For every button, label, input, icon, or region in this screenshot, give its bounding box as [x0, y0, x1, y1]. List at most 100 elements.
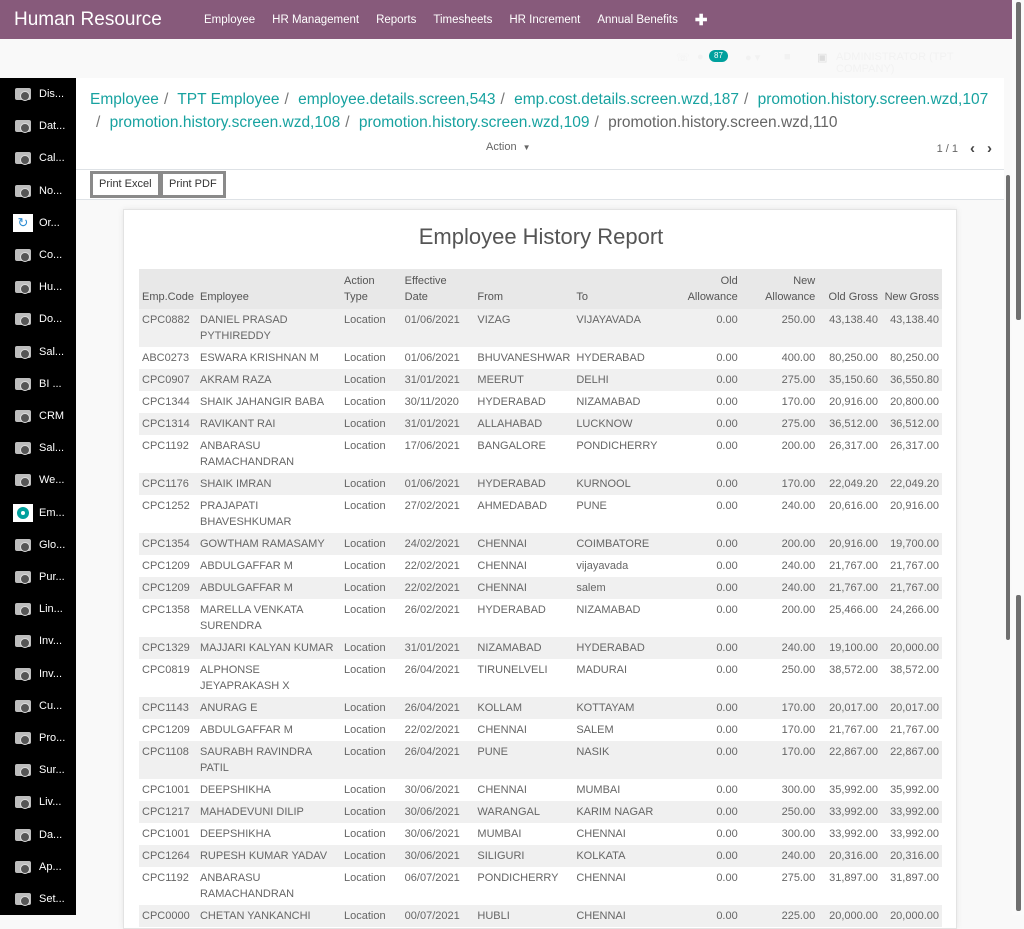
- sidebar-item[interactable]: Cu...: [0, 694, 76, 718]
- plus-icon[interactable]: ✚: [695, 11, 708, 29]
- chevron-right-icon[interactable]: ›: [987, 140, 992, 157]
- sidebar-item[interactable]: Dis...: [0, 82, 76, 106]
- table-row[interactable]: CPC1252 PRAJAPATI BHAVESHKUMAR Location 27/…: [139, 495, 942, 533]
- sidebar-item[interactable]: Sur...: [0, 758, 76, 782]
- table-row[interactable]: CPC1344 SHAIK JAHANGIR BABA Location 30/11/…: [139, 391, 942, 413]
- print-excel-button[interactable]: Print Excel: [90, 171, 161, 198]
- activity-icon[interactable]: ● ▾: [745, 51, 760, 64]
- camera-icon: [15, 828, 31, 842]
- table-cell: NASIK: [573, 741, 664, 779]
- sidebar-item[interactable]: Hu...: [0, 275, 76, 299]
- table-cell: MADURAI: [576, 664, 628, 676]
- table-row[interactable]: CPC0882 DANIEL PRASAD PYTHIREDDY Location 0…: [139, 309, 942, 347]
- user-menu[interactable]: ADMINISTRATOR (TPT COMPANY): [836, 51, 1014, 75]
- breadcrumb-promotion-108[interactable]: promotion.history.screen.wzd,108: [110, 114, 341, 131]
- table-cell: 26/04/2021: [404, 664, 460, 676]
- table-cell: CHENNAI: [474, 533, 574, 555]
- table-row[interactable]: CPC1108 SAURABH RAVINDRA PATIL Location 26/…: [139, 741, 942, 779]
- sidebar-item[interactable]: Liv...: [0, 790, 76, 814]
- sidebar-item[interactable]: Sal...: [0, 436, 76, 460]
- table-cell: HYDERABAD: [474, 473, 574, 495]
- table-row[interactable]: CPC1209 ABDULGAFFAR M Location 22/02/2021 CH…: [139, 577, 942, 599]
- table-row[interactable]: CPC1264 RUPESH KUMAR YADAV Location 30/06/2…: [139, 845, 942, 867]
- table-row[interactable]: CPC1314 RAVIKANT RAI Location 31/01/2021 ALL…: [139, 413, 942, 435]
- sidebar-item[interactable]: Set...: [0, 887, 76, 911]
- bell-icon[interactable]: ■: [784, 51, 791, 63]
- table-row[interactable]: CPC1001 DEEPSHIKHA Location 30/06/2021 MUMBA…: [139, 823, 942, 845]
- menu-hr-increment[interactable]: HR Increment: [509, 14, 580, 26]
- sidebar-item[interactable]: Ap...: [0, 855, 76, 879]
- sidebar-item[interactable]: Cal...: [0, 146, 76, 170]
- sidebar-item[interactable]: We...: [0, 468, 76, 492]
- messages-icon[interactable]: ●: [697, 51, 704, 63]
- table-row[interactable]: CPC1143 ANURAG E Location 26/04/2021 KOLLAM K…: [139, 697, 942, 719]
- table-row[interactable]: CPC1209 ABDULGAFFAR M Location 22/02/2021 CH…: [139, 555, 942, 577]
- table-cell: CPC1217: [139, 801, 197, 823]
- column-header-line2: Type: [343, 291, 368, 303]
- table-row[interactable]: CPC0000 CHETAN YANKANCHI Location 00/07/202…: [139, 905, 942, 927]
- sidebar-item[interactable]: Lin...: [0, 597, 76, 621]
- sidebar-item[interactable]: Do...: [0, 307, 76, 331]
- sidebar-item[interactable]: Pro...: [0, 726, 76, 750]
- sidebar-item[interactable]: Sal...: [0, 340, 76, 364]
- menu-employee[interactable]: Employee: [204, 14, 255, 26]
- table-row[interactable]: CPC1217 MAHADEVUNI DILIP Location 30/06/202…: [139, 801, 942, 823]
- print-pdf-button[interactable]: Print PDF: [160, 171, 226, 198]
- content-scrollbar[interactable]: [1006, 175, 1010, 640]
- table-cell: Location: [340, 845, 402, 867]
- sidebar-item[interactable]: Dat...: [0, 114, 76, 138]
- app-title: Human Resource: [14, 8, 162, 30]
- table-row[interactable]: ABC0273 ESWARA KRISHNAN M Location 01/06/20…: [139, 347, 942, 369]
- sidebar-item[interactable]: BI ...: [0, 372, 76, 396]
- sidebar-item[interactable]: Da...: [0, 823, 76, 847]
- sidebar-item[interactable]: Inv...: [0, 662, 76, 686]
- chat-icon[interactable]: ☏: [676, 51, 690, 64]
- sidebar-item[interactable]: CRM: [0, 404, 76, 428]
- sidebar-item[interactable]: Pur...: [0, 565, 76, 589]
- sidebar-item[interactable]: Co...: [0, 243, 76, 267]
- breadcrumb-separator: /: [345, 114, 350, 131]
- table-cell: 0.00: [663, 413, 741, 435]
- breadcrumb-promotion-109[interactable]: promotion.history.screen.wzd,109: [359, 114, 590, 131]
- table-row[interactable]: CPC0819 ALPHONSE JEYAPRAKASH X Location 26/…: [139, 659, 942, 697]
- sidebar-item[interactable]: Inv...: [0, 629, 76, 653]
- table-row[interactable]: CPC1209 ABDULGAFFAR M Location 22/02/2021 CH…: [139, 719, 942, 741]
- breadcrumb-emp-cost-details[interactable]: emp.cost.details.screen.wzd,187: [514, 91, 739, 108]
- table-row[interactable]: CPC1329 MAJJARI KALYAN KUMAR Location 31/01…: [139, 637, 942, 659]
- menu-reports[interactable]: Reports: [376, 14, 416, 26]
- table-row[interactable]: CPC1176 SHAIK IMRAN Location 01/06/2021 HYDE…: [139, 473, 942, 495]
- action-dropdown[interactable]: Action ▼: [486, 141, 531, 153]
- sidebar-item[interactable]: Em...: [0, 501, 76, 525]
- breadcrumb-employee-details[interactable]: employee.details.screen,543: [298, 91, 495, 108]
- table-cell: 20,916.00: [890, 500, 939, 512]
- breadcrumb-tpt-employee[interactable]: TPT Employee: [177, 91, 279, 108]
- table-row[interactable]: CPC1192 ANBARASU RAMACHANDRAN Location 06/0…: [139, 867, 942, 905]
- top-navbar: Human Resource Employee HR Management Re…: [0, 0, 1014, 39]
- table-row[interactable]: CPC1354 GOWTHAM RAMASAMY Location 24/02/202…: [139, 533, 942, 555]
- sidebar-item[interactable]: ↻ Or...: [0, 211, 76, 235]
- table-cell: SAURABH RAVINDRA PATIL: [196, 741, 341, 779]
- breadcrumb-promotion-107[interactable]: promotion.history.screen.wzd,107: [758, 91, 989, 108]
- table-row[interactable]: CPC0907 AKRAM RAZA Location 31/01/2021 MEERU…: [139, 369, 942, 391]
- table-cell: 24,266.00: [890, 604, 939, 616]
- table-cell: AHMEDABAD: [477, 500, 548, 512]
- sidebar-item-icon: [13, 503, 33, 522]
- report-sheet: Employee History Report Emp.Code Employe…: [123, 209, 957, 929]
- menu-hr-management[interactable]: HR Management: [272, 14, 359, 26]
- window-scrollbar-upper[interactable]: [1016, 2, 1021, 320]
- table-row[interactable]: CPC1001 DEEPSHIKHA Location 30/06/2021 CHENN…: [139, 779, 942, 801]
- menu-timesheets[interactable]: Timesheets: [433, 14, 492, 26]
- camera-icon: [15, 603, 31, 617]
- menu-annual-benefits[interactable]: Annual Benefits: [597, 14, 678, 26]
- table-row[interactable]: CPC1192 ANBARASU RAMACHANDRAN Location 17/0…: [139, 435, 942, 473]
- sidebar-item[interactable]: No...: [0, 179, 76, 203]
- chevron-left-icon[interactable]: ‹: [970, 140, 975, 157]
- pager-value[interactable]: 1 / 1: [937, 143, 958, 155]
- sidebar: Dis... Dat... Cal... No... ↻ Or... Co... Hu... D…: [0, 78, 76, 915]
- camera-icon: [15, 410, 31, 423]
- window-scrollbar-lower[interactable]: [1016, 595, 1021, 911]
- breadcrumb-employee[interactable]: Employee: [90, 91, 159, 108]
- table-row[interactable]: CPC1358 MARELLA VENKATA SURENDRA Location 2…: [139, 599, 942, 637]
- table-cell: Location: [343, 500, 386, 512]
- sidebar-item[interactable]: Glo...: [0, 533, 76, 557]
